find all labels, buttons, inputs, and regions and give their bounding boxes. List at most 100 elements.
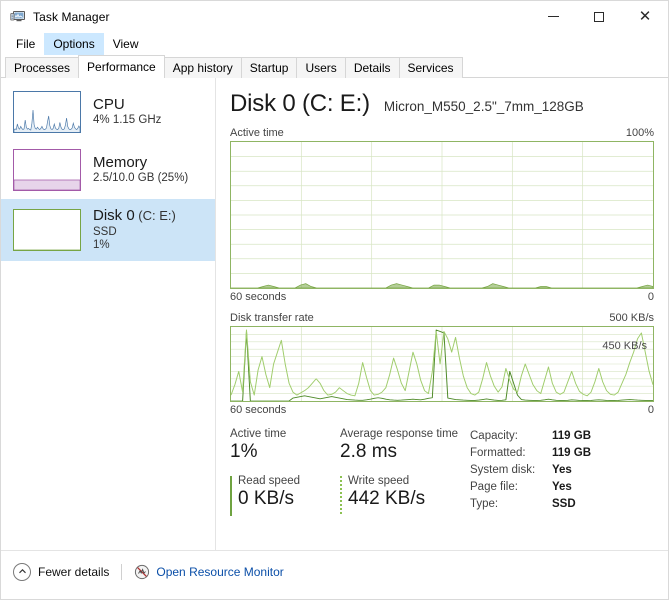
minimize-button[interactable] <box>530 1 576 32</box>
menu-options[interactable]: Options <box>44 33 104 55</box>
transfer-rate-annotation: 450 KB/s <box>602 340 647 352</box>
window-title: Task Manager <box>33 10 110 24</box>
sidebar-disk0-name: Disk 0 <box>93 206 135 224</box>
sidebar-item-disk0[interactable]: Disk 0 (C: E:) SSD 1% <box>1 199 215 261</box>
task-manager-window: Task Manager ✕ File Options View Process… <box>0 0 669 600</box>
stat-average-response-time-value: 2.8 ms <box>340 441 398 462</box>
stat-write-speed-value: 442 KB/s <box>348 487 426 509</box>
active-time-chart-svg <box>231 142 653 288</box>
sidebar-disk0-text: Disk 0 (C: E:) SSD 1% <box>93 206 176 253</box>
write-speed-legend-icon <box>340 475 342 516</box>
property-formatted-key: Formatted: <box>470 447 526 459</box>
transfer-rate-graph-max: 500 KB/s <box>609 312 654 324</box>
stat-active-time-value: 1% <box>230 441 258 462</box>
stat-read-speed-value: 0 KB/s <box>238 487 294 509</box>
sidebar-memory-title: Memory <box>93 153 148 171</box>
stat-average-response-time: Average response time 2.8 ms <box>340 428 459 463</box>
active-time-graph-max: 100% <box>625 127 654 139</box>
open-resource-monitor-label: Open Resource Monitor <box>156 564 284 579</box>
maximize-button[interactable] <box>576 1 622 32</box>
memory-sparkline <box>13 149 81 191</box>
stat-read-speed: Read speed 0 KB/s <box>230 474 340 516</box>
property-page-file: Page file: Yes <box>470 479 654 496</box>
disk-properties: Capacity: 119 GB Formatted: 119 GB Syste… <box>462 428 654 513</box>
property-page-file-key: Page file: <box>470 481 518 493</box>
open-resource-monitor-button[interactable]: Open Resource Monitor <box>134 564 284 580</box>
tab-strip: Processes Performance App history Startu… <box>1 55 668 79</box>
close-button[interactable]: ✕ <box>622 1 668 32</box>
close-icon: ✕ <box>638 7 652 25</box>
sidebar-disk0-title: Disk 0 (C: E:) <box>93 206 176 225</box>
active-time-graph-timespan: 60 seconds <box>230 291 287 303</box>
transfer-rate-graph-min: 0 <box>647 404 654 416</box>
active-time-graph-label: Active time <box>230 127 284 139</box>
transfer-rate-graph[interactable]: 450 KB/s <box>230 326 654 402</box>
property-capacity-value: 119 GB <box>552 430 591 442</box>
chevron-up-icon <box>13 562 31 581</box>
tab-performance[interactable]: Performance <box>78 55 165 79</box>
transfer-rate-graph-labels: Disk transfer rate 500 KB/s <box>230 312 654 324</box>
sidebar-disk0-drives: (C: E:) <box>134 207 176 223</box>
sidebar-disk0-usage: 1% <box>93 239 110 252</box>
stat-write-speed: Write speed 442 KB/s <box>340 474 450 516</box>
stats-left-column: Active time 1% Average response time 2.8… <box>230 428 462 516</box>
panel-header: Disk 0 (C: E:) Micron_M550_2.5"_7mm_128G… <box>230 90 654 118</box>
disk-sparkline <box>13 209 81 251</box>
property-system-disk-key: System disk: <box>470 464 536 476</box>
stats-area: Active time 1% Average response time 2.8… <box>230 428 654 516</box>
property-system-disk-value: Yes <box>552 464 572 476</box>
stat-active-time: Active time 1% <box>230 428 340 463</box>
window-controls: ✕ <box>530 1 668 32</box>
stats-row-speeds: Read speed 0 KB/s Write speed 442 KB/s <box>230 474 462 516</box>
fewer-details-label: Fewer details <box>38 564 110 579</box>
fewer-details-button[interactable]: Fewer details <box>13 562 110 581</box>
stat-average-response-time-label: Average response time <box>340 428 459 440</box>
property-system-disk: System disk: Yes <box>470 462 654 479</box>
tab-details[interactable]: Details <box>344 57 400 78</box>
title-bar[interactable]: Task Manager ✕ <box>1 1 668 33</box>
tab-services[interactable]: Services <box>398 57 463 78</box>
property-formatted-value: 119 GB <box>552 447 591 459</box>
tab-startup[interactable]: Startup <box>240 57 298 78</box>
menu-file[interactable]: File <box>7 33 44 55</box>
read-speed-legend-icon <box>230 475 232 516</box>
active-time-graph-footer: 60 seconds 0 <box>230 291 654 303</box>
active-time-graph-min: 0 <box>647 291 654 303</box>
active-time-graph[interactable] <box>230 141 654 289</box>
cpu-sparkline <box>13 91 81 133</box>
stats-row-primary: Active time 1% Average response time 2.8… <box>230 428 462 463</box>
footer-bar: Fewer details Open Resource Monitor <box>1 550 668 592</box>
disk-detail-panel: Disk 0 (C: E:) Micron_M550_2.5"_7mm_128G… <box>216 78 668 550</box>
menu-view[interactable]: View <box>104 33 148 55</box>
footer-separator <box>121 563 123 580</box>
disk-model: Micron_M550_2.5"_7mm_128GB <box>383 99 584 114</box>
stat-read-speed-label: Read speed <box>238 474 301 487</box>
property-capacity-key: Capacity: <box>470 430 518 442</box>
transfer-rate-graph-timespan: 60 seconds <box>230 404 287 416</box>
property-formatted: Formatted: 119 GB <box>470 445 654 462</box>
menu-bar: File Options View <box>1 33 668 55</box>
content-area: CPU 4% 1.15 GHz Memory 2.5/10.0 GB (25%) <box>1 78 668 550</box>
active-time-graph-labels: Active time 100% <box>230 127 654 139</box>
transfer-rate-graph-footer: 60 seconds 0 <box>230 404 654 416</box>
resource-sidebar: CPU 4% 1.15 GHz Memory 2.5/10.0 GB (25%) <box>1 78 216 550</box>
sidebar-memory-text: Memory 2.5/10.0 GB (25%) <box>93 153 188 186</box>
transfer-rate-graph-label: Disk transfer rate <box>230 312 314 324</box>
tab-users[interactable]: Users <box>296 57 346 78</box>
property-type-key: Type: <box>470 498 499 510</box>
sidebar-cpu-text: CPU 4% 1.15 GHz <box>93 96 162 128</box>
property-page-file-value: Yes <box>552 481 572 493</box>
tab-app-history[interactable]: App history <box>163 57 242 78</box>
stat-write-speed-label: Write speed <box>348 474 410 487</box>
minimize-icon <box>547 16 559 17</box>
resource-monitor-icon <box>134 564 150 580</box>
sidebar-cpu-stats: 4% 1.15 GHz <box>93 114 162 127</box>
sidebar-item-cpu[interactable]: CPU 4% 1.15 GHz <box>1 83 215 141</box>
tab-processes[interactable]: Processes <box>5 57 80 78</box>
property-type-value: SSD <box>552 498 576 510</box>
sidebar-disk0-type: SSD <box>93 225 117 238</box>
maximize-icon <box>594 11 604 22</box>
sidebar-item-memory[interactable]: Memory 2.5/10.0 GB (25%) <box>1 141 215 199</box>
task-manager-icon <box>10 9 26 25</box>
transfer-rate-chart-svg <box>231 327 653 401</box>
